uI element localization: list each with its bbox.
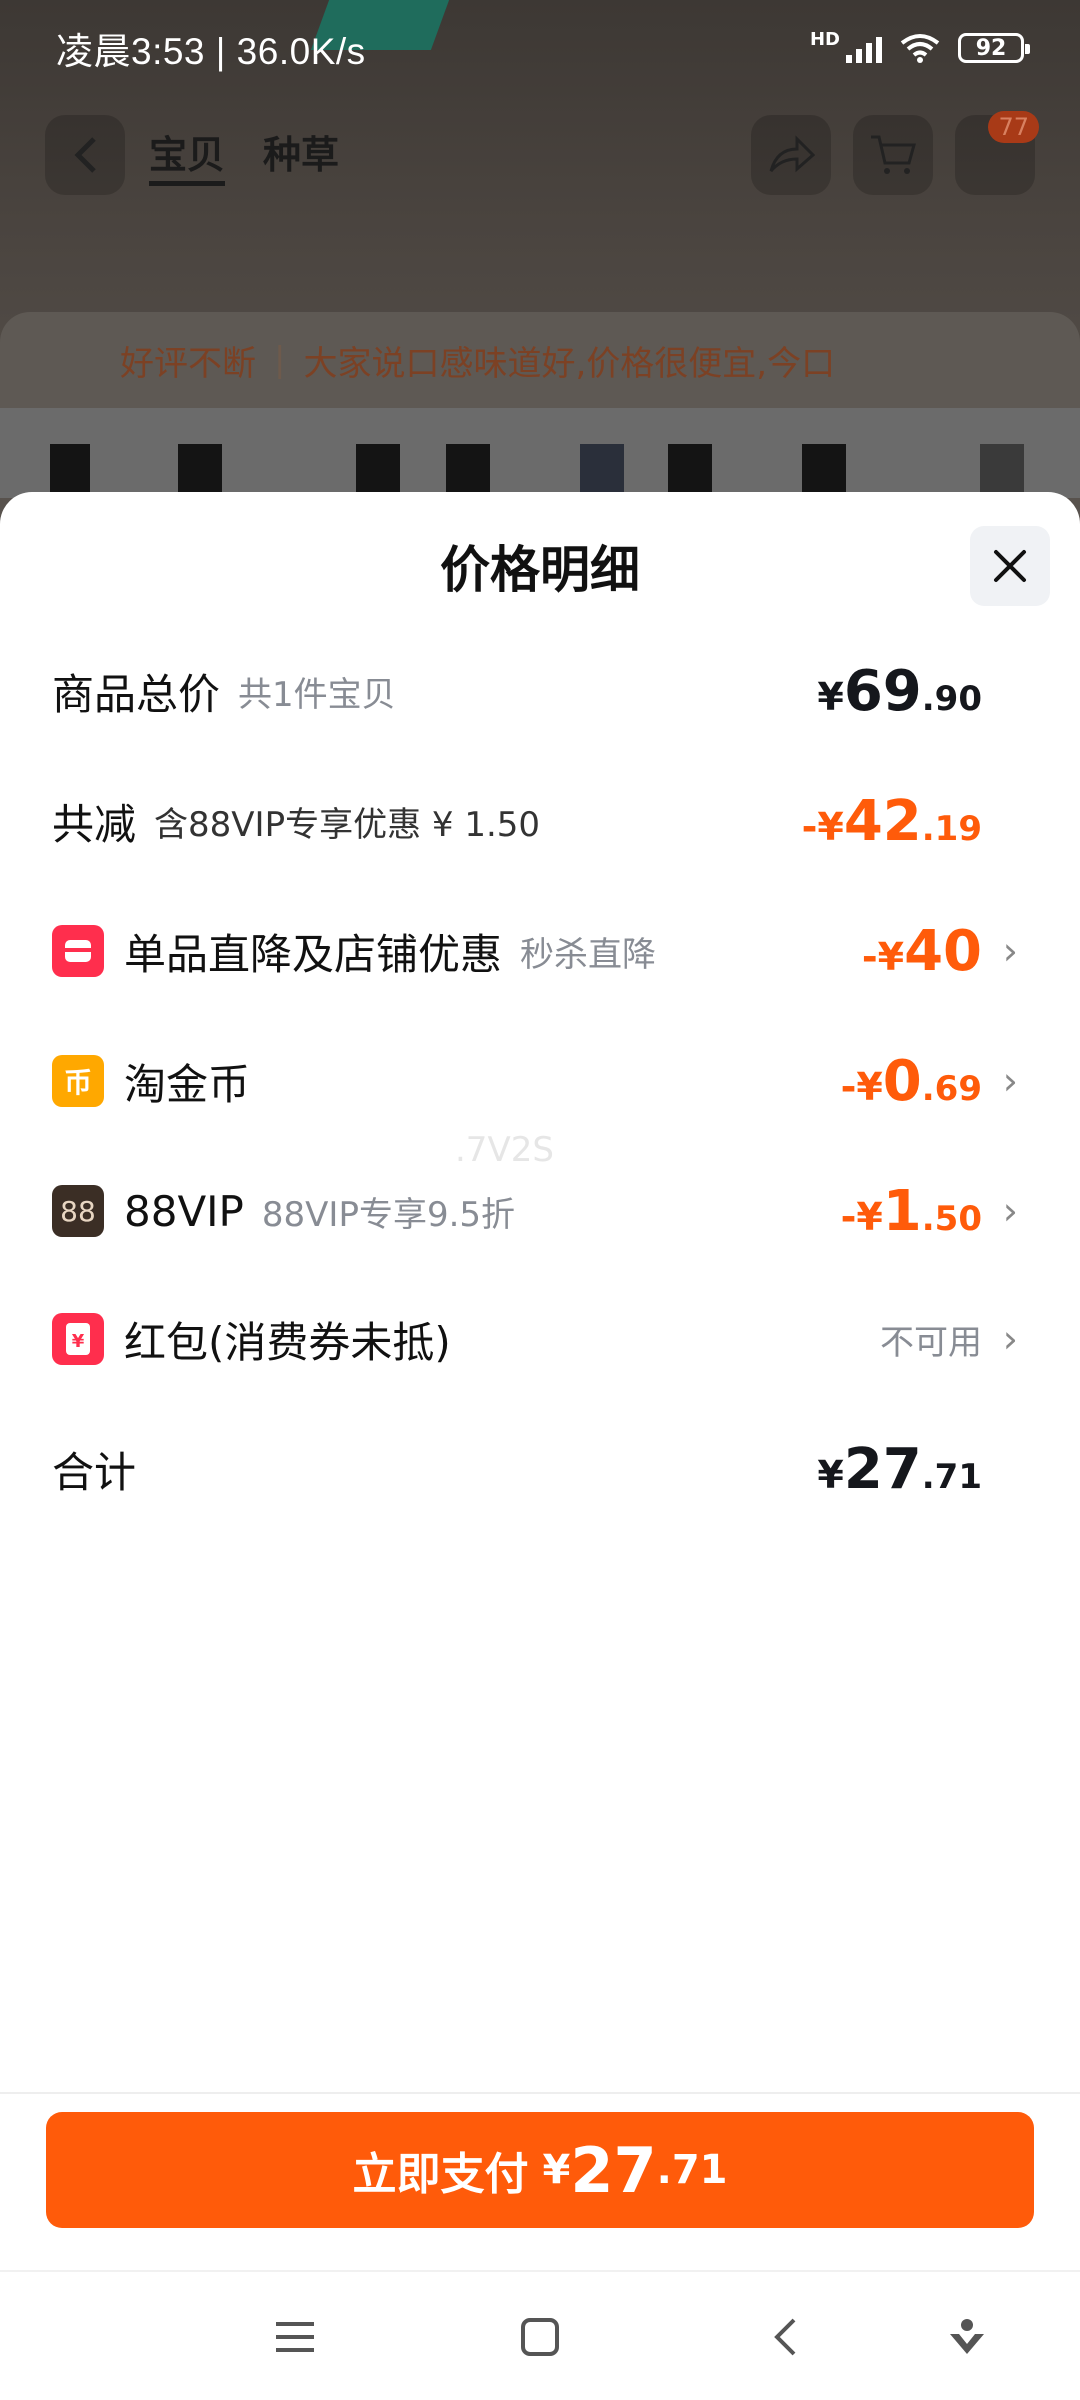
reduction-label: 共减 (52, 799, 137, 849)
vip-value: -¥ 1 .50 (841, 1179, 982, 1244)
shop-discount-note: 秒杀直降 (520, 934, 657, 975)
sum-value: ¥ 27 .71 (817, 1437, 982, 1502)
sum-label: 合计 (52, 1447, 137, 1497)
price-int: 42 (843, 788, 922, 854)
home-button[interactable] (505, 2302, 575, 2372)
battery-icon: 92 (958, 33, 1030, 63)
taojinbi-value: -¥ 0 .69 (841, 1049, 982, 1114)
cart-count-badge: 77 (988, 111, 1039, 143)
pay-dec: .71 (656, 2147, 728, 2193)
chevron-right-icon: › (1002, 1317, 1018, 1361)
taojinbi-label: 淘金币 (124, 1059, 251, 1109)
close-button[interactable] (970, 526, 1050, 606)
item-count: 共1件宝贝 (238, 674, 396, 715)
total-price-label: 商品总价 (52, 669, 221, 719)
chevron-right-icon: › (1002, 1059, 1018, 1103)
shop-icon (52, 925, 104, 977)
chevron-right-icon: › (1002, 929, 1018, 973)
row-sum: 合计 ¥ 27 .71 (52, 1424, 1018, 1514)
home-icon (521, 2318, 559, 2356)
review-text: 大家说口感味道好,价格很便宜,今口 (303, 343, 836, 384)
price-dec: .90 (921, 678, 982, 719)
price-int: 0 (882, 1048, 922, 1114)
assistant-button[interactable] (932, 2302, 1002, 2372)
shop-discount-value: -¥ 40 (862, 919, 982, 984)
pay-currency: ¥ (542, 2147, 571, 2193)
wifi-icon (900, 34, 940, 63)
menu-icon (276, 2322, 314, 2352)
back-icon (74, 137, 96, 173)
system-nav-bar (0, 2270, 1080, 2400)
row-red-packet[interactable]: ¥ 红包(消费券未抵) 不可用 › (52, 1294, 1018, 1384)
pay-now-button[interactable]: 立即支付 ¥ 27 .71 (46, 2112, 1034, 2228)
pay-label: 立即支付 (352, 2149, 529, 2200)
share-button[interactable] (751, 115, 831, 195)
back-icon (774, 2318, 796, 2356)
price-dec: .71 (921, 1456, 982, 1497)
currency: -¥ (801, 804, 844, 849)
reduction-note: 含88VIP专享优惠 ¥ 1.50 (154, 804, 541, 845)
vip-icon: 88 (52, 1185, 104, 1237)
total-price-value: ¥ 69 .90 (817, 659, 982, 724)
coin-icon-glyph: 币 (63, 1066, 92, 1099)
battery-level: 92 (975, 35, 1007, 61)
product-nav-bar: 宝贝 种草 77 (0, 110, 1080, 200)
price-int: 1 (882, 1178, 922, 1244)
thumbnail-row (0, 408, 1080, 498)
vip-icon-glyph: 88 (60, 1194, 96, 1228)
background-product-page: 凌晨3:53 | 36.0K/s HD 92 宝贝 种草 77 好评不断 | 大… (0, 0, 1080, 560)
red-packet-label: 红包(消费券未抵) (124, 1317, 451, 1367)
price-dec: .50 (921, 1198, 982, 1239)
sheet-title: 价格明细 (440, 541, 640, 599)
price-dec: .19 (921, 808, 982, 849)
cart-icon (871, 135, 916, 174)
currency: -¥ (861, 934, 905, 979)
share-icon (769, 135, 815, 173)
currency: ¥ (817, 1452, 844, 1497)
tab-baobei[interactable]: 宝贝 (149, 124, 226, 186)
row-total-reduction: 共减 含88VIP专享优惠 ¥ 1.50 -¥ 42 .19 (52, 776, 1018, 866)
vip-label: 88VIP (124, 1186, 244, 1236)
review-prefix: 好评不断 (120, 343, 256, 384)
price-int: 69 (843, 658, 922, 724)
row-total-price: 商品总价 共1件宝贝 ¥ 69 .90 (52, 646, 1018, 736)
pay-bar: 立即支付 ¥ 27 .71 (0, 2092, 1080, 2270)
more-button[interactable]: 77 (955, 111, 1039, 195)
row-shop-discount[interactable]: 单品直降及店铺优惠 秒杀直降 -¥ 40 › (52, 906, 1018, 996)
tab-zhongcao[interactable]: 种草 (263, 124, 339, 186)
menu-button[interactable] (260, 2302, 330, 2372)
close-icon (994, 550, 1026, 582)
price-dec: .69 (921, 1068, 982, 1109)
reduction-value: -¥ 42 .19 (802, 789, 982, 854)
pay-int: 27 (570, 2133, 657, 2207)
svg-text:¥: ¥ (72, 1331, 85, 1352)
chevron-right-icon: › (1002, 1189, 1018, 1233)
assistant-icon (950, 2319, 984, 2354)
back-button[interactable] (45, 115, 125, 195)
shop-discount-label: 单品直降及店铺优惠 (124, 929, 503, 979)
watermark: .7V2S (455, 1130, 554, 1170)
price-int: 27 (843, 1436, 922, 1502)
vip-note: 88VIP专享9.5折 (261, 1194, 516, 1235)
price-detail-sheet: 价格明细 .7V2S 商品总价 共1件宝贝 ¥ 69 .90 共减 含88VIP… (0, 492, 1080, 2270)
back-nav-button[interactable] (750, 2302, 820, 2372)
currency: -¥ (840, 1064, 883, 1109)
status-bar: 凌晨3:53 | 36.0K/s HD 92 (0, 0, 1080, 96)
coin-icon: 币 (52, 1055, 104, 1107)
row-taojinbi[interactable]: 币 淘金币 -¥ 0 .69 › (52, 1036, 1018, 1126)
red-packet-status: 不可用 (880, 1322, 982, 1363)
review-strip: 好评不断 | 大家说口感味道好,价格很便宜,今口 (0, 312, 1080, 408)
row-88vip[interactable]: 88 88VIP 88VIP专享9.5折 -¥ 1 .50 › (52, 1166, 1018, 1256)
hd-label: HD (809, 28, 840, 50)
signal-icon (846, 33, 882, 63)
red-packet-icon: ¥ (52, 1313, 104, 1365)
currency: -¥ (840, 1194, 883, 1239)
currency: ¥ (817, 674, 844, 719)
status-time-speed: 凌晨3:53 | 36.0K/s (56, 31, 366, 72)
price-int: 40 (904, 918, 982, 984)
cart-button[interactable] (853, 115, 933, 195)
